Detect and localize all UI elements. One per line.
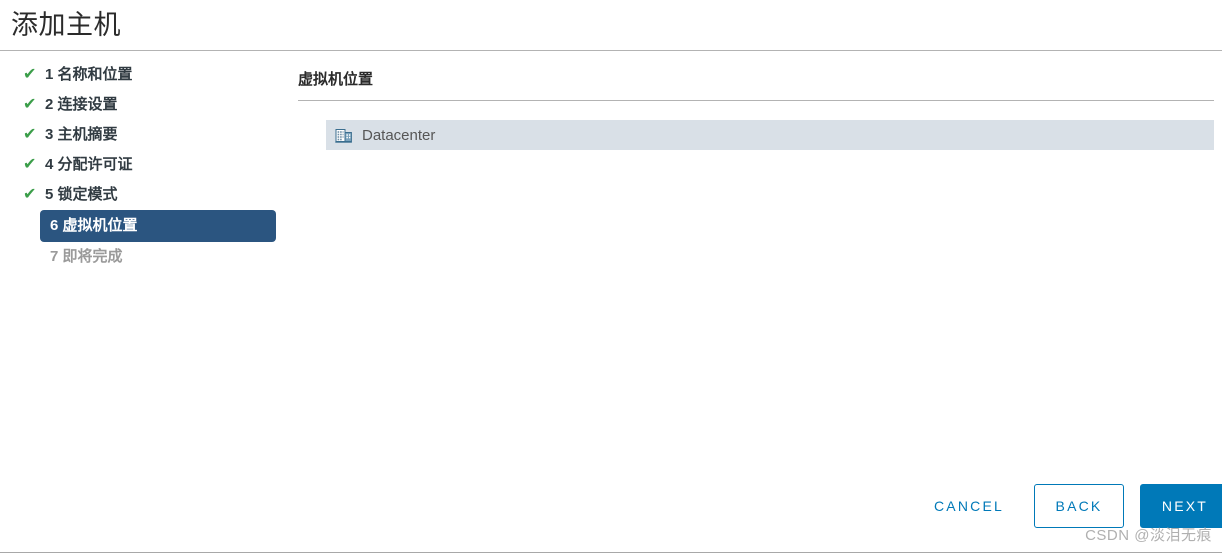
next-button[interactable]: NEXT — [1140, 484, 1222, 528]
check-icon: ✔ — [23, 126, 37, 143]
check-icon: ✔ — [23, 66, 37, 83]
bottom-divider — [0, 552, 1222, 553]
step-item-label: 6 虚拟机位置 — [50, 217, 138, 234]
vm-location-list: Datacenter — [298, 120, 1214, 150]
step-item-1[interactable]: ✔ 1 名称和位置 — [0, 60, 290, 90]
step-item-7[interactable]: 7 即将完成 — [40, 242, 290, 272]
check-icon: ✔ — [23, 156, 37, 173]
page-title: 添加主机 — [11, 10, 121, 40]
wizard-header: 添加主机 — [0, 0, 1222, 51]
list-item-datacenter[interactable]: Datacenter — [326, 120, 1214, 150]
list-item-label: Datacenter — [362, 126, 436, 144]
content-heading: 虚拟机位置 — [298, 70, 1214, 101]
step-item-3[interactable]: ✔ 3 主机摘要 — [0, 120, 290, 150]
step-item-6-active[interactable]: 6 虚拟机位置 — [40, 210, 276, 242]
watermark: CSDN @淡泪无痕 — [1085, 527, 1212, 544]
step-item-4[interactable]: ✔ 4 分配许可证 — [0, 150, 290, 180]
step-item-5[interactable]: ✔ 5 锁定模式 — [0, 180, 290, 210]
check-icon: ✔ — [23, 96, 37, 113]
footer-button-bar: CANCEL BACK NEXT — [916, 484, 1222, 528]
back-button[interactable]: BACK — [1034, 484, 1124, 528]
check-icon: ✔ — [23, 186, 37, 203]
step-item-label: 7 即将完成 — [50, 248, 123, 265]
step-item-label: 1 名称和位置 — [45, 66, 133, 83]
content-panel: 虚拟机位置 Datacenter — [298, 70, 1214, 150]
wizard-step-nav: ✔ 1 名称和位置 ✔ 2 连接设置 ✔ 3 主机摘要 ✔ 4 分配许可证 ✔ … — [0, 60, 290, 272]
cancel-button[interactable]: CANCEL — [916, 484, 1022, 528]
step-item-2[interactable]: ✔ 2 连接设置 — [0, 90, 290, 120]
step-item-label: 4 分配许可证 — [45, 156, 133, 173]
datacenter-icon — [335, 129, 352, 143]
